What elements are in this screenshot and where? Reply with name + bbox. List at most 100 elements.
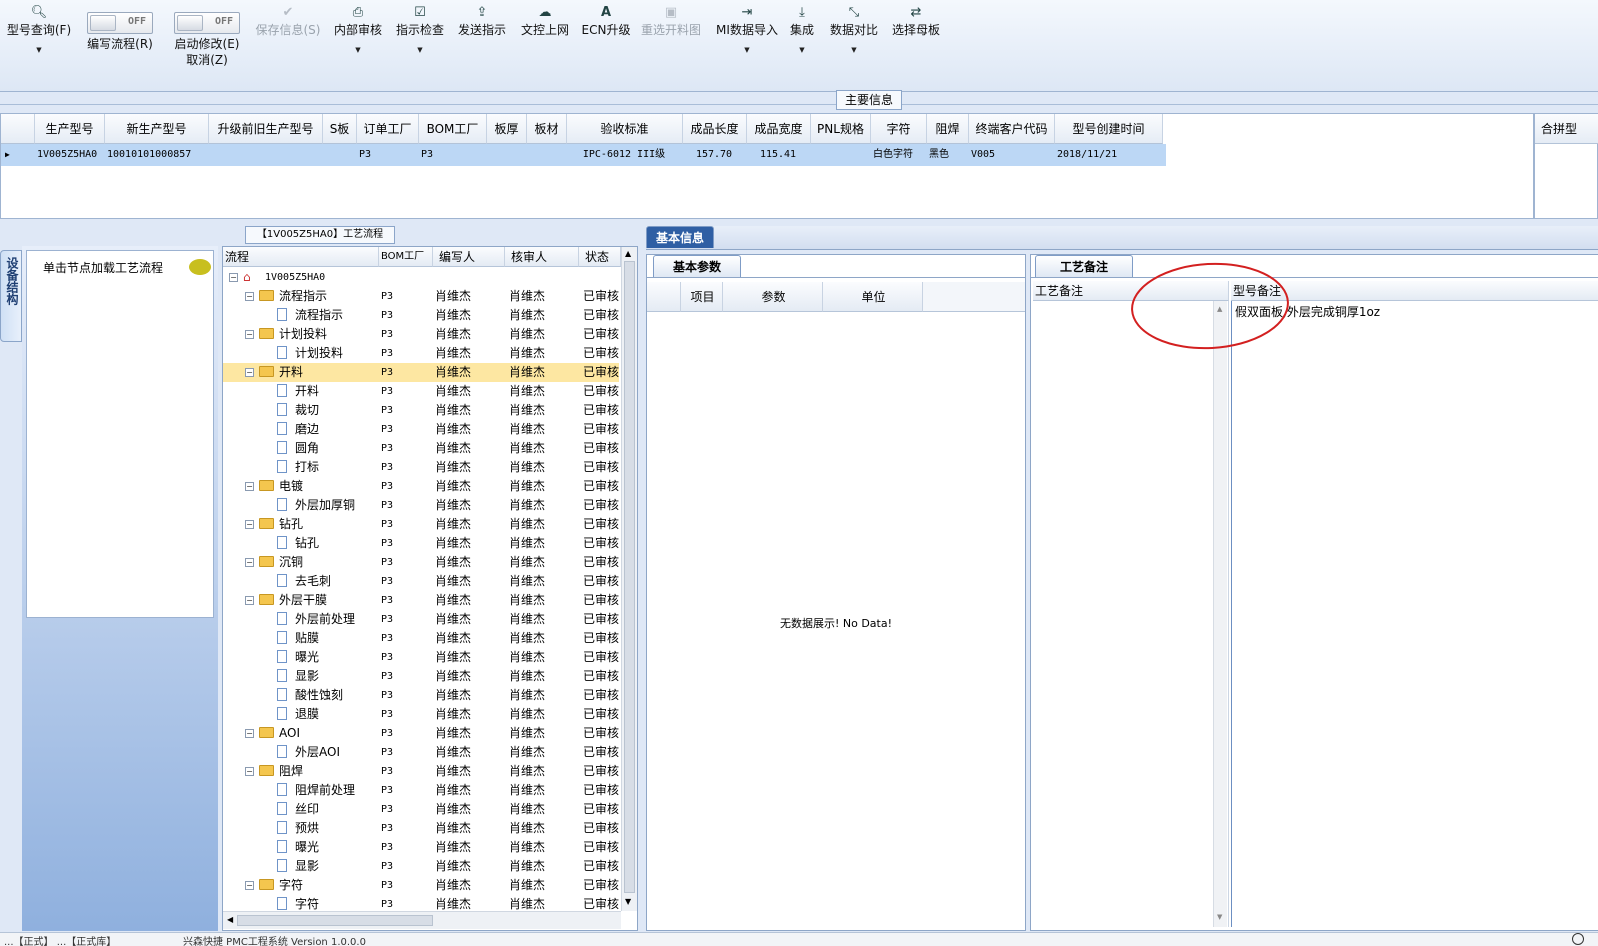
tree-row[interactable]: 酸性蚀刻 P3 肖维杰 肖维杰 已审核	[223, 686, 619, 705]
grid-cell[interactable]: IPC-6012 III级	[567, 144, 681, 166]
col-header[interactable]: 字符	[871, 114, 927, 144]
tree-row[interactable]: 显影 P3 肖维杰 肖维杰 已审核	[223, 857, 619, 876]
col-unit[interactable]: 单位	[823, 282, 923, 312]
tree-row[interactable]: − AOI P3 肖维杰 肖维杰 已审核	[223, 724, 619, 743]
chevron-down-icon[interactable]: ▼	[330, 42, 386, 58]
basic-info-tab[interactable]: 基本信息	[646, 226, 714, 248]
grid-cell[interactable]	[325, 144, 357, 166]
grid-cell[interactable]: 黑色	[929, 144, 969, 166]
col-item[interactable]: 项目	[681, 282, 723, 312]
collapse-icon[interactable]: −	[245, 767, 254, 776]
col-header[interactable]: PNL规格	[811, 114, 871, 144]
collapse-icon[interactable]: −	[245, 482, 254, 491]
tree-row[interactable]: 丝印 P3 肖维杰 肖维杰 已审核	[223, 800, 619, 819]
grid-cell[interactable]: P3	[421, 144, 487, 166]
col-header[interactable]: BOM工厂	[419, 114, 487, 144]
tree-row[interactable]: 外层加厚铜 P3 肖维杰 肖维杰 已审核	[223, 496, 619, 515]
grid-cell[interactable]	[489, 144, 527, 166]
tree-row[interactable]: − 电镀 P3 肖维杰 肖维杰 已审核	[223, 477, 619, 496]
col-status[interactable]: 状态	[579, 247, 621, 267]
col-param[interactable]: 参数	[723, 282, 823, 312]
col-header[interactable]: 订单工厂	[357, 114, 419, 144]
scroll-down-icon[interactable]: ▼	[625, 897, 631, 906]
collapse-icon[interactable]: −	[245, 596, 254, 605]
main-info-tab[interactable]: 主要信息	[836, 90, 902, 110]
grid-cell[interactable]: 1V005Z5HA0	[37, 144, 105, 166]
tree-row[interactable]: − 流程指示 P3 肖维杰 肖维杰 已审核	[223, 287, 619, 306]
reselect-cut-chart-button[interactable]: ▣ 重选开料图	[638, 0, 704, 78]
col-header[interactable]: 型号创建时间	[1055, 114, 1163, 144]
write-flow-switch[interactable]: OFF	[87, 12, 153, 34]
instruction-check-button[interactable]: ☑ 指示检查 ▼	[392, 0, 448, 78]
chevron-down-icon[interactable]: ▼	[712, 42, 782, 58]
tree-row[interactable]: 计划投料 P3 肖维杰 肖维杰 已审核	[223, 344, 619, 363]
tree-row[interactable]: 流程指示 P3 肖维杰 肖维杰 已审核	[223, 306, 619, 325]
grid-cell[interactable]: 白色字符	[873, 144, 927, 166]
integrate-button[interactable]: ⤓ 集成 ▼	[786, 0, 818, 78]
basic-params-tab[interactable]: 基本参数	[653, 255, 741, 277]
tree-row[interactable]: − 沉铜 P3 肖维杰 肖维杰 已审核	[223, 553, 619, 572]
tree-row[interactable]: 阻焊前处理 P3 肖维杰 肖维杰 已审核	[223, 781, 619, 800]
collapse-icon[interactable]: −	[245, 558, 254, 567]
col-header[interactable]: 板厚	[487, 114, 527, 144]
data-compare-button[interactable]: ⤡ 数据对比 ▼	[826, 0, 882, 78]
collapse-icon[interactable]: −	[245, 368, 254, 377]
collapse-icon[interactable]: −	[245, 881, 254, 890]
tree-row[interactable]: 退膜 P3 肖维杰 肖维杰 已审核	[223, 705, 619, 724]
collapse-icon[interactable]: −	[245, 330, 254, 339]
ecn-upgrade-button[interactable]: A ECN升级	[580, 0, 632, 78]
process-note-text[interactable]	[1033, 301, 1229, 927]
tree-row[interactable]: 圆角 P3 肖维杰 肖维杰 已审核	[223, 439, 619, 458]
grid-cell[interactable]: 10010101000857	[107, 144, 209, 166]
flow-horizontal-scrollbar[interactable]: ◀	[223, 911, 621, 929]
grid-cell[interactable]: V005	[971, 144, 1055, 166]
doc-upload-button[interactable]: ☁ 文控上网	[516, 0, 574, 78]
grid-cell[interactable]	[211, 144, 323, 166]
col-header[interactable]: 终端客户代码	[969, 114, 1055, 144]
tree-row[interactable]: 磨边 P3 肖维杰 肖维杰 已审核	[223, 420, 619, 439]
tree-row[interactable]: 曝光 P3 肖维杰 肖维杰 已审核	[223, 648, 619, 667]
tree-row[interactable]: − 字符 P3 肖维杰 肖维杰 已审核	[223, 876, 619, 895]
col-header[interactable]: 成品长度	[683, 114, 747, 144]
start-modify-switch[interactable]: OFF	[174, 12, 240, 34]
save-info-button[interactable]: ✔ 保存信息(S)	[250, 0, 326, 78]
tree-row[interactable]: − 外层干膜 P3 肖维杰 肖维杰 已审核	[223, 591, 619, 610]
tree-row[interactable]: − 开料 P3 肖维杰 肖维杰 已审核	[223, 363, 619, 382]
note-scrollbar[interactable]: ▲ ▼	[1213, 301, 1227, 927]
process-note-tab[interactable]: 工艺备注	[1035, 255, 1133, 277]
select-master-button[interactable]: ⇄ 选择母板	[888, 0, 944, 78]
col-header[interactable]: S板	[323, 114, 357, 144]
chevron-down-icon[interactable]: ▼	[786, 42, 818, 58]
internal-review-button[interactable]: ⎙ 内部审核 ▼	[330, 0, 386, 78]
col-header[interactable]: 板材	[527, 114, 567, 144]
tree-row[interactable]: 字符 P3 肖维杰 肖维杰 已审核	[223, 895, 619, 911]
send-instruction-button[interactable]: ⇪ 发送指示	[454, 0, 510, 78]
col-header[interactable]: 生产型号	[35, 114, 105, 144]
tree-row[interactable]: 贴膜 P3 肖维杰 肖维杰 已审核	[223, 629, 619, 648]
scroll-up-icon[interactable]: ▲	[625, 249, 631, 258]
col-header[interactable]: 阻焊	[927, 114, 969, 144]
grid-corner[interactable]	[1, 114, 35, 144]
tree-row[interactable]: 裁切 P3 肖维杰 肖维杰 已审核	[223, 401, 619, 420]
collapse-icon[interactable]: −	[245, 729, 254, 738]
col-header[interactable]: 新生产型号	[105, 114, 209, 144]
grid-cell[interactable]	[813, 144, 871, 166]
chevron-down-icon[interactable]: ▼	[826, 42, 882, 58]
side-tab[interactable]: 设备结构	[0, 250, 22, 342]
params-corner[interactable]	[647, 282, 681, 312]
chevron-down-icon[interactable]: ▼	[2, 42, 76, 58]
tree-row[interactable]: 去毛刺 P3 肖维杰 肖维杰 已审核	[223, 572, 619, 591]
speech-bubble-icon[interactable]	[189, 259, 211, 275]
scroll-thumb[interactable]	[624, 261, 635, 893]
col-reviewer[interactable]: 核审人	[505, 247, 579, 267]
mi-import-button[interactable]: ⇥ MI数据导入 ▼	[712, 0, 782, 78]
grid-cell[interactable]: 157.70	[683, 144, 745, 166]
tree-row[interactable]: − 阻焊 P3 肖维杰 肖维杰 已审核	[223, 762, 619, 781]
grid-cell[interactable]: 2018/11/21	[1057, 144, 1163, 166]
grid-cell[interactable]: 115.41	[747, 144, 809, 166]
merge-header[interactable]: 合拼型	[1535, 114, 1598, 144]
tree-row[interactable]: 打标 P3 肖维杰 肖维杰 已审核	[223, 458, 619, 477]
collapse-icon[interactable]: −	[245, 520, 254, 529]
grid-cell[interactable]	[529, 144, 567, 166]
cancel-button[interactable]: 取消(Z)	[164, 52, 250, 68]
